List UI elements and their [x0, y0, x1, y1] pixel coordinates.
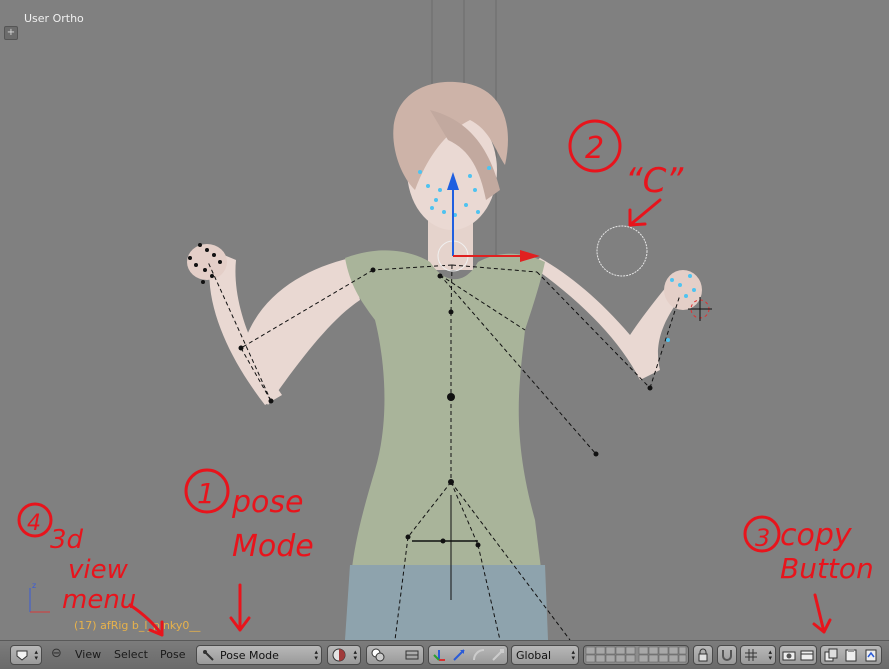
layer-buttons[interactable] [583, 645, 689, 665]
chevron-icon: ▴ ▾ [571, 648, 575, 662]
magnet-icon [722, 650, 732, 661]
copy-pose-icon [824, 648, 838, 662]
scene-canvas[interactable]: z [0, 0, 889, 640]
menu-view[interactable]: View [75, 648, 101, 661]
collapse-menu-toggle[interactable]: ⊖ [51, 646, 62, 661]
pose-mode-icon [203, 650, 214, 661]
viewport-shading-selector[interactable]: ▴ ▾ [327, 645, 361, 665]
mode-selector[interactable]: Pose Mode ▴ ▾ [196, 645, 322, 665]
3d-view-header: ▴▾ ⊖ View Select Pose Pose Mode ▴▾ ▴▾ [0, 640, 889, 669]
pivot-and-limit-buttons[interactable] [366, 645, 424, 665]
object-info: (17) afRig b_l_pinky0__ [74, 619, 201, 632]
paste-flipped-pose-icon [865, 649, 877, 662]
shading-sphere-icon [332, 648, 346, 662]
chevron-icon: ▴ ▾ [353, 648, 357, 662]
view-label: User Ortho [24, 12, 84, 25]
pivot-point-icon [371, 648, 385, 662]
transform-orientation-selector[interactable]: Global ▴ ▾ [511, 645, 579, 665]
render-animation-icon [800, 650, 814, 661]
toolshelf-expand-button[interactable]: + [4, 26, 18, 40]
character-model[interactable] [187, 81, 702, 640]
transform-manipulator-icon [433, 650, 445, 661]
manipulator-buttons[interactable] [428, 645, 508, 665]
translate-icon [453, 649, 465, 661]
chevron-icon: ▴ ▾ [34, 648, 38, 662]
render-image-icon [782, 651, 796, 661]
chevron-icon: ▴ ▾ [314, 648, 318, 662]
menu-pose[interactable]: Pose [160, 648, 185, 661]
rotate-icon [473, 649, 485, 661]
copy-paste-pose-buttons[interactable] [820, 645, 882, 665]
limit-selection-icon [405, 650, 419, 660]
orientation-label: Global [516, 649, 552, 662]
snap-element-selector[interactable]: ▴ ▾ [740, 645, 776, 665]
snap-grid-icon [745, 649, 757, 661]
3d-viewport[interactable]: z User Ortho + (17) afRig b_l_pinky0__ [0, 0, 889, 640]
scale-icon [492, 649, 504, 661]
proportional-edit-button[interactable] [717, 645, 737, 665]
mode-label: Pose Mode [220, 649, 279, 662]
layer-lock-button[interactable] [693, 645, 713, 665]
paste-pose-icon [845, 649, 857, 662]
svg-text:z: z [32, 581, 36, 590]
chevron-icon: ▴ ▾ [768, 648, 772, 662]
3d-view-icon [16, 650, 28, 661]
lock-icon [698, 648, 708, 662]
editor-type-selector[interactable]: ▴ ▾ [10, 645, 42, 665]
menu-select[interactable]: Select [114, 648, 148, 661]
brush-select-circle [596, 225, 648, 277]
axis-gizmo: z [29, 581, 50, 613]
layer-grid [585, 646, 687, 663]
opengl-render-buttons[interactable] [779, 645, 817, 665]
